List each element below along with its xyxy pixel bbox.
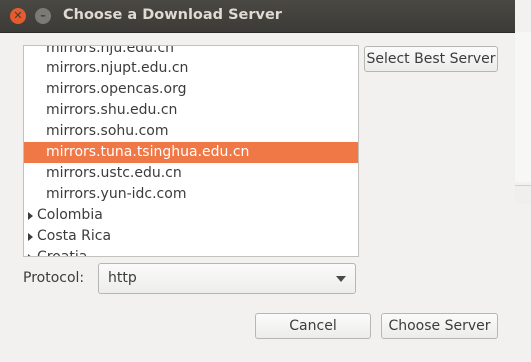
download-server-dialog: ✕ – Choose a Download Server mirrors.nju… <box>0 0 515 362</box>
expand-arrow-icon[interactable] <box>28 233 33 241</box>
dialog-title: Choose a Download Server <box>63 7 282 23</box>
chevron-down-icon <box>336 276 346 282</box>
server-item-label: mirrors.njupt.edu.cn <box>46 60 189 76</box>
server-item[interactable]: mirrors.shu.edu.cn <box>24 100 358 121</box>
protocol-select[interactable]: http <box>98 263 356 294</box>
server-item[interactable]: mirrors.ustc.edu.cn <box>24 163 358 184</box>
title-bar: ✕ – Choose a Download Server <box>0 0 515 33</box>
server-item-label: mirrors.tuna.tsinghua.edu.cn <box>46 144 250 160</box>
server-item[interactable]: mirrors.yun-idc.com <box>24 184 358 205</box>
protocol-label: Protocol: <box>23 270 85 286</box>
server-item-label: mirrors.ustc.edu.cn <box>46 165 182 181</box>
server-item-label: mirrors.opencas.org <box>46 81 187 97</box>
country-group[interactable]: Costa Rica <box>24 226 358 247</box>
server-item-label: mirrors.shu.edu.cn <box>46 102 178 118</box>
select-best-server-button[interactable]: Select Best Server <box>364 46 498 72</box>
server-item[interactable]: mirrors.nju.edu.cn <box>24 45 358 59</box>
server-list[interactable]: mirrors.nju.edu.cn mirrors.njupt.edu.cn … <box>23 45 359 257</box>
server-item[interactable]: mirrors.sohu.com <box>24 121 358 142</box>
expand-arrow-icon[interactable] <box>28 212 33 220</box>
country-group[interactable]: Croatia <box>24 247 358 257</box>
server-item-label: mirrors.yun-idc.com <box>46 186 187 202</box>
country-label: Costa Rica <box>37 228 112 244</box>
country-label: Croatia <box>37 249 88 257</box>
server-item-label: mirrors.nju.edu.cn <box>46 45 175 56</box>
country-label: Colombia <box>37 207 103 223</box>
server-item[interactable]: mirrors.njupt.edu.cn <box>24 58 358 79</box>
country-group[interactable]: Colombia <box>24 205 358 226</box>
choose-server-button[interactable]: Choose Server <box>381 313 498 339</box>
minimize-window-button[interactable]: – <box>35 8 51 24</box>
close-icon: ✕ <box>13 9 23 22</box>
minimize-icon: – <box>40 9 46 22</box>
close-window-button[interactable]: ✕ <box>10 8 26 24</box>
server-item[interactable]: mirrors.opencas.org <box>24 79 358 100</box>
expand-arrow-icon[interactable] <box>28 254 33 256</box>
server-item-selected[interactable]: mirrors.tuna.tsinghua.edu.cn <box>24 142 358 163</box>
cancel-button[interactable]: Cancel <box>255 313 371 339</box>
server-item-label: mirrors.sohu.com <box>46 123 169 139</box>
protocol-value: http <box>108 270 137 286</box>
